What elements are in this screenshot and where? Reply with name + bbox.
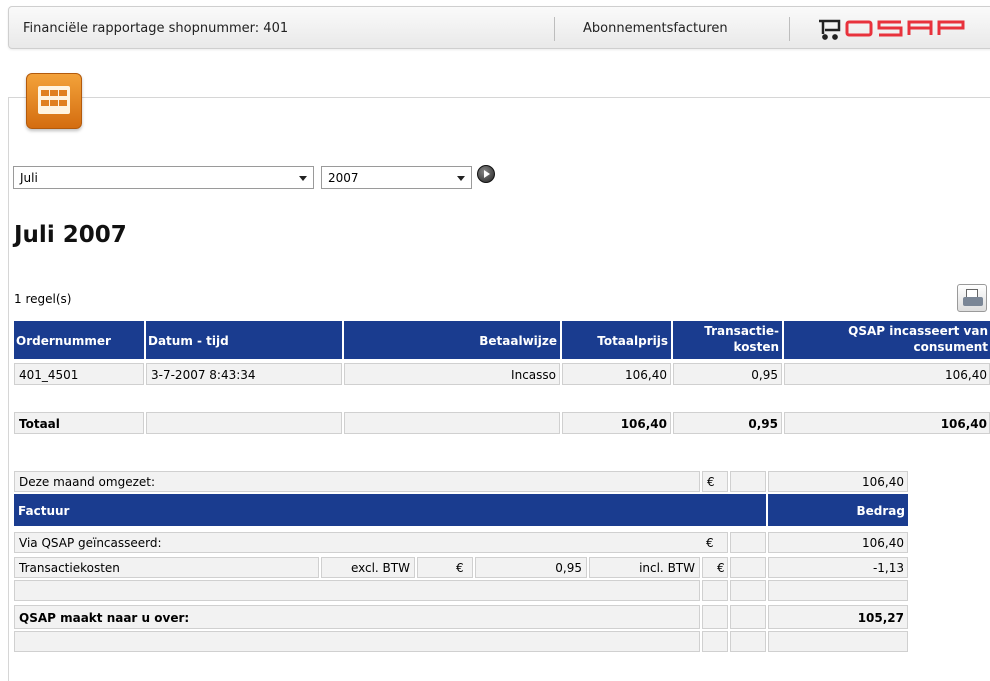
collected-value: 106,40 bbox=[768, 532, 908, 553]
col-header-datetime: Datum - tijd bbox=[146, 321, 342, 359]
divider bbox=[789, 17, 790, 41]
subscription-invoices-link[interactable]: Abonnementsfacturen bbox=[583, 21, 728, 36]
top-bar: Financiële rapportage shopnummer: 401 Ab… bbox=[8, 6, 990, 49]
tx-value: -1,13 bbox=[768, 557, 908, 578]
empty-cell bbox=[768, 631, 908, 652]
year-select-value: 2007 bbox=[328, 171, 359, 185]
col-header-order: Ordernummer bbox=[14, 321, 144, 359]
month-select-value: Juli bbox=[20, 171, 38, 185]
empty-cell bbox=[730, 580, 766, 601]
empty-cell bbox=[702, 580, 728, 601]
col-header-costs-line2: kosten bbox=[733, 340, 779, 354]
chevron-down-icon bbox=[299, 176, 307, 181]
excl-vat-value: 0,95 bbox=[475, 557, 587, 578]
totals-costs: 0,95 bbox=[673, 412, 782, 434]
table-cell-collected: 106,40 bbox=[784, 363, 990, 385]
currency-symbol: € bbox=[702, 557, 728, 578]
tx-label: Transactiekosten bbox=[14, 557, 319, 578]
row-count: 1 regel(s) bbox=[14, 292, 72, 306]
empty-cell bbox=[702, 605, 728, 629]
empty-cell bbox=[730, 532, 766, 553]
qsap-logo bbox=[819, 19, 965, 40]
empty-cell bbox=[730, 471, 766, 492]
totals-total: 106,40 bbox=[562, 412, 671, 434]
totals-empty bbox=[146, 412, 342, 434]
go-arrow-button[interactable] bbox=[477, 165, 495, 183]
empty-cell bbox=[768, 580, 908, 601]
col-header-payment: Betaalwijze bbox=[344, 321, 560, 359]
chevron-down-icon bbox=[457, 176, 465, 181]
empty-cell bbox=[730, 557, 766, 578]
calendar-app-icon bbox=[26, 73, 82, 129]
totals-label: Totaal bbox=[14, 412, 144, 434]
table-cell-order: 401_4501 bbox=[14, 363, 144, 385]
turnover-value: 106,40 bbox=[768, 471, 908, 492]
invoice-header: Factuur bbox=[14, 494, 766, 526]
collected-label: Via QSAP geïncasseerd: bbox=[14, 532, 714, 553]
payout-label: QSAP maakt naar u over: bbox=[14, 605, 700, 629]
empty-cell bbox=[730, 605, 766, 629]
currency-symbol: € bbox=[702, 532, 728, 553]
amount-header: Bedrag bbox=[768, 494, 908, 526]
totals-empty bbox=[344, 412, 560, 434]
col-header-costs-line1: Transactie- bbox=[704, 324, 779, 338]
payout-value: 105,27 bbox=[768, 605, 908, 629]
table-cell-costs: 0,95 bbox=[673, 363, 782, 385]
col-header-costs: Transactie- kosten bbox=[673, 321, 782, 359]
excl-vat-label: excl. BTW bbox=[321, 557, 415, 578]
totals-collected: 106,40 bbox=[784, 412, 990, 434]
table-cell-total: 106,40 bbox=[562, 363, 671, 385]
currency-symbol: € bbox=[417, 557, 473, 578]
print-button[interactable] bbox=[957, 284, 987, 312]
month-select[interactable]: Juli bbox=[13, 166, 314, 189]
year-select[interactable]: 2007 bbox=[321, 166, 472, 189]
empty-cell bbox=[730, 631, 766, 652]
col-header-collected-line2: consument bbox=[913, 340, 988, 354]
empty-cell bbox=[14, 631, 700, 652]
col-header-collected: QSAP incasseert van consument bbox=[784, 321, 990, 359]
empty-cell bbox=[702, 631, 728, 652]
currency-symbol: € bbox=[702, 471, 728, 492]
table-cell-payment: Incasso bbox=[344, 363, 560, 385]
page-title: Juli 2007 bbox=[14, 222, 127, 248]
col-header-total: Totaalprijs bbox=[562, 321, 671, 359]
turnover-label: Deze maand omgezet: bbox=[14, 471, 700, 492]
incl-vat-label: incl. BTW bbox=[589, 557, 700, 578]
table-cell-datetime: 3-7-2007 8:43:34 bbox=[146, 363, 342, 385]
divider bbox=[554, 17, 555, 41]
col-header-collected-line1: QSAP incasseert van bbox=[848, 324, 988, 338]
report-title: Financiële rapportage shopnummer: 401 bbox=[23, 21, 289, 36]
empty-cell bbox=[14, 580, 700, 601]
